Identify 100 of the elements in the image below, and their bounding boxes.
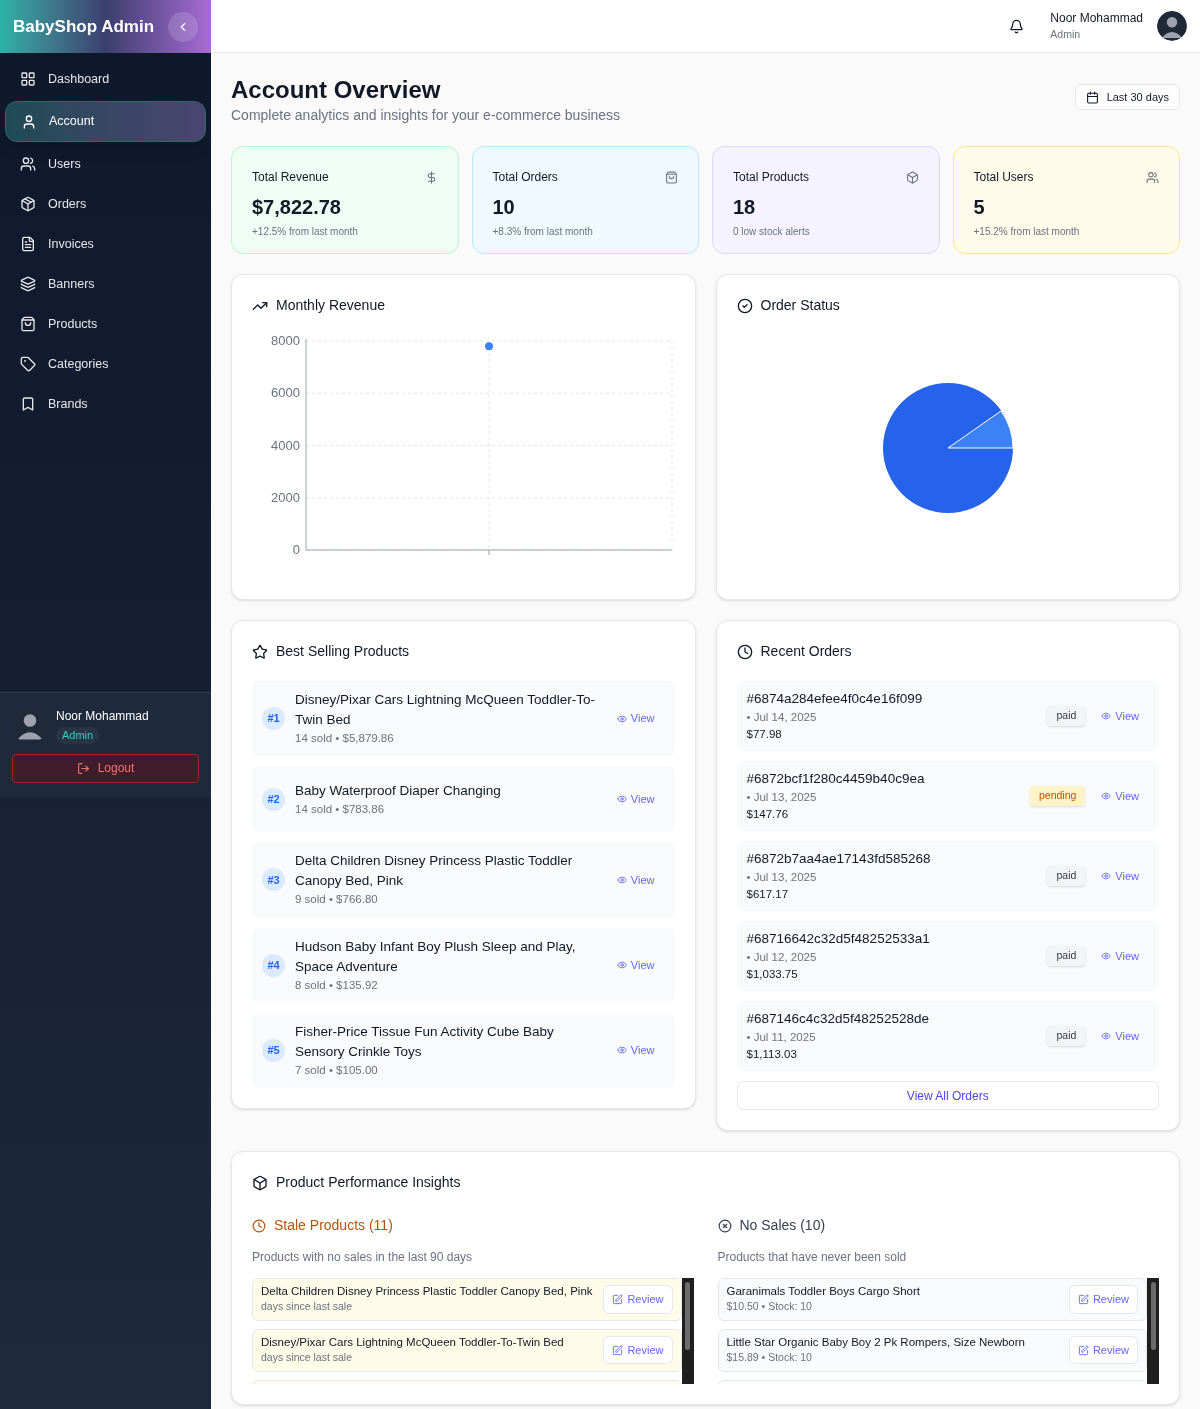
card-title: Product Performance Insights [276, 1173, 461, 1192]
product-sales: 14 sold • $5,879.86 [295, 731, 395, 746]
nav-item[interactable]: Banners [5, 266, 206, 302]
review-button[interactable]: Review [603, 1335, 673, 1365]
eye-icon [616, 794, 627, 805]
users-icon [1146, 170, 1159, 184]
axis-tick-label: 6000 [271, 385, 300, 401]
eye-icon [616, 1045, 627, 1056]
product-detail: days since last sale [261, 1349, 354, 1365]
product-sales: 8 sold • $135.92 [295, 977, 379, 993]
review-button[interactable]: Review [1068, 1285, 1138, 1314]
edit-icon [1077, 1344, 1089, 1356]
product-detail: days since last sale [261, 1299, 354, 1314]
product-name: Disney/Pixar Cars Lightning McQueen Toddler-To-Twin Bed [295, 691, 596, 729]
card-title: Recent Orders [760, 642, 852, 661]
eye-icon [1101, 871, 1112, 881]
product-name: Hudson Baby Infant Boy Plush Sleep and Play, Space Adventure [295, 937, 577, 976]
bag-icon [665, 170, 678, 184]
logout-button[interactable]: Logout [12, 753, 199, 783]
product-name: Baby Waterproof Diaper Changing [295, 781, 502, 800]
page-title: Account Overview [231, 75, 442, 105]
stat-value: 10 [492, 195, 516, 220]
axis-tick-label: 8000 [271, 333, 300, 348]
stat-value: $7,822.78 [252, 195, 342, 220]
axis-tick-label: 0 [292, 542, 300, 557]
eye-icon [1101, 791, 1112, 801]
stat-title: Total Orders [492, 169, 558, 186]
product-sales: 7 sold • $105.00 [295, 1062, 379, 1078]
view-link[interactable]: View [616, 871, 655, 889]
order-amount: $147.76 [746, 807, 790, 823]
users-icon [20, 156, 36, 172]
view-link[interactable]: View [616, 956, 655, 974]
rank-badge: #3 [262, 868, 285, 892]
section-subtitle: Products with no sales in the last 90 days [252, 1249, 474, 1266]
view-link[interactable]: View [1101, 867, 1139, 885]
product-name: Delta Children Disney Princess Plastic Toddler Canopy Bed, Pink [261, 1284, 594, 1299]
nav-item[interactable]: Orders [5, 186, 206, 222]
card-title: Order Status [760, 296, 840, 315]
order-id: #68716642c32d5f48252533a1 [746, 929, 930, 948]
nav-item[interactable]: Users [5, 146, 206, 182]
nav-item[interactable]: Dashboard [5, 61, 206, 97]
status-badge: pending [1029, 786, 1086, 806]
x-circle-icon [717, 1218, 732, 1233]
star-icon [252, 643, 268, 660]
review-button[interactable]: Review [603, 1285, 673, 1314]
bookmark-icon [20, 396, 36, 412]
stat-value: 18 [733, 195, 757, 220]
view-link[interactable]: View [616, 710, 655, 727]
nav-item[interactable]: Brands [5, 386, 206, 422]
order-date: • Jul 11, 2025 [746, 1029, 817, 1045]
date-range-button[interactable]: Last 30 days [1074, 84, 1180, 110]
rank-badge: #4 [262, 953, 285, 977]
view-link[interactable]: View [1101, 1027, 1139, 1045]
edit-icon [612, 1344, 624, 1356]
review-button[interactable]: Review [1068, 1335, 1138, 1365]
tag-icon [20, 356, 36, 372]
section-title: No Sales (10) [739, 1216, 826, 1235]
rank-badge: #1 [262, 707, 285, 731]
status-badge: paid [1047, 946, 1086, 966]
edit-icon [612, 1293, 624, 1305]
eye-icon [1101, 951, 1112, 961]
nav-item[interactable]: Invoices [5, 226, 206, 262]
status-badge: paid [1047, 866, 1086, 886]
nav-item[interactable]: Account [5, 101, 206, 142]
edit-icon [1077, 1293, 1089, 1305]
order-amount: $617.17 [746, 887, 790, 903]
view-link[interactable]: View [616, 791, 655, 808]
eye-icon [616, 960, 627, 971]
nav-item[interactable]: Categories [5, 346, 206, 382]
eye-icon [1101, 711, 1112, 721]
product-name: Garanimals Toddler Boys Cargo Short [726, 1284, 921, 1299]
product-name: Little Star Organic Baby Boy 2 Pk Rompers, Size Newborn [726, 1334, 1026, 1350]
stat-title: Total Revenue [252, 169, 329, 186]
order-id: #6872b7aa4ae17143fd585268 [746, 849, 931, 868]
axis-tick-label: 2000 [271, 489, 300, 505]
status-badge: paid [1047, 1026, 1086, 1046]
user-icon [21, 113, 37, 130]
data-point [485, 342, 493, 351]
product-sales: 14 sold • $783.86 [295, 801, 386, 817]
eye-icon [616, 713, 627, 724]
view-link[interactable]: View [1101, 947, 1139, 965]
status-badge: paid [1047, 706, 1086, 726]
order-amount: $77.98 [746, 727, 783, 743]
view-link[interactable]: View [616, 1042, 655, 1059]
brand-name: BabyShop Admin [13, 15, 155, 38]
user-role: Admin [1050, 27, 1082, 43]
product-detail: $15.89 • Stock: 10 [726, 1349, 813, 1365]
user-name: Noor Mohammad [56, 708, 149, 725]
stat-value: 5 [973, 195, 986, 220]
order-id: #6874a284efee4f0c4e16f099 [746, 689, 923, 708]
view-link[interactable]: View [1101, 787, 1139, 805]
order-id: #6872bcf1f280c4459b40c9ea [746, 769, 925, 788]
order-amount: $1,033.75 [746, 967, 799, 983]
view-all-orders-button[interactable]: View All Orders [736, 1081, 1159, 1110]
axis-tick-label: 4000 [271, 437, 300, 453]
product-detail: $10.50 • Stock: 10 [726, 1299, 813, 1314]
stat-note: +12.5% from last month [252, 225, 359, 239]
box-icon [905, 170, 919, 184]
nav-item[interactable]: Products [5, 306, 206, 342]
view-link[interactable]: View [1101, 707, 1139, 725]
